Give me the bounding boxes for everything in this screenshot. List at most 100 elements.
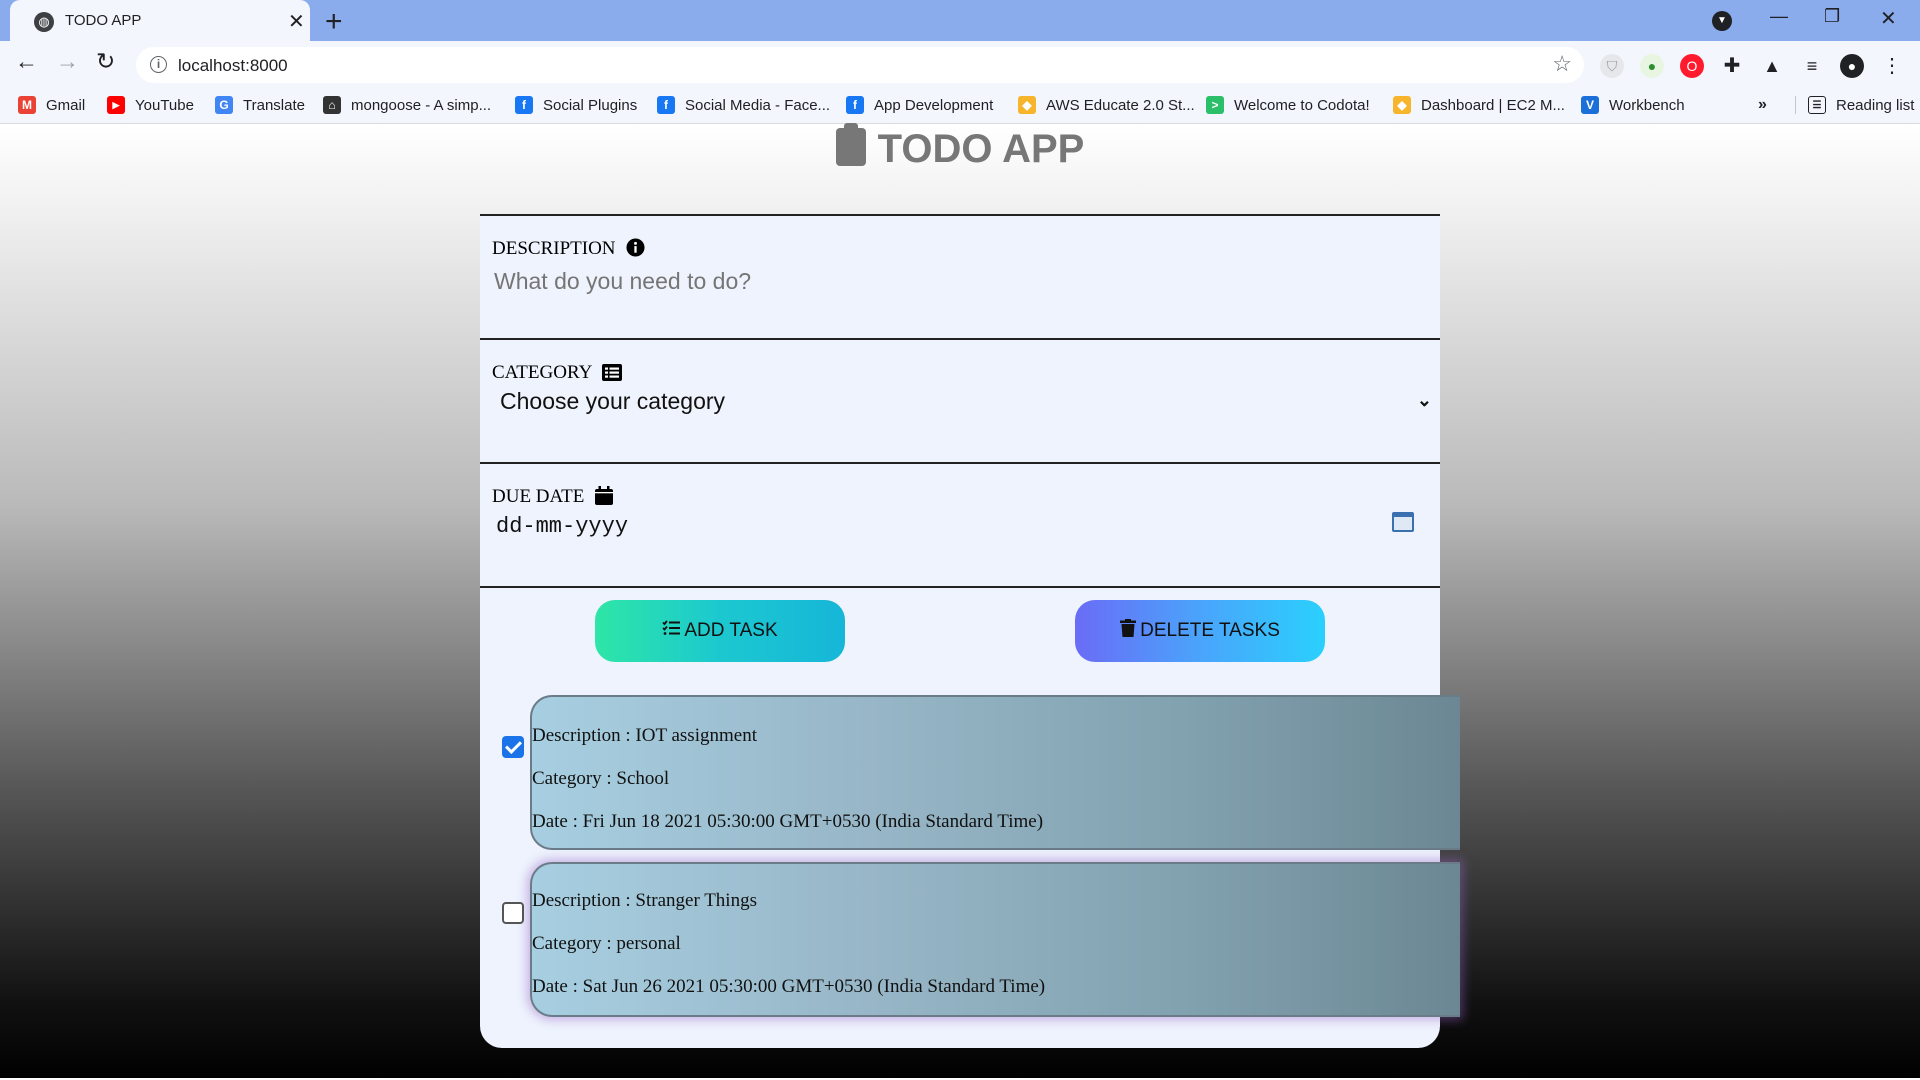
app-header: TODO APP — [0, 123, 1920, 172]
more-bookmarks[interactable]: » — [1758, 96, 1767, 114]
reading-list-label: Reading list — [1836, 96, 1915, 114]
bookmark-workbench[interactable]: V Workbench — [1581, 96, 1685, 114]
youtube-icon: ▶ — [107, 96, 125, 114]
bookmark-label: Translate — [243, 96, 305, 114]
bookmark-label: Dashboard | EC2 M... — [1421, 96, 1565, 114]
bookmark-aws-educate[interactable]: ◆ AWS Educate 2.0 St... — [1018, 96, 1195, 114]
new-tab-icon[interactable]: + — [325, 5, 343, 39]
bookmark-ec2-dashboard[interactable]: ◆ Dashboard | EC2 M... — [1393, 96, 1565, 114]
task-checkbox[interactable] — [502, 902, 524, 924]
mongoose-icon: ⌂ — [323, 96, 341, 114]
aws-icon: ◆ — [1018, 96, 1036, 114]
gmail-icon: M — [18, 96, 36, 114]
due-date-input[interactable]: dd-mm-yyyy — [496, 514, 628, 539]
add-task-button[interactable]: ADD TASK — [595, 600, 845, 662]
calendar-icon — [595, 486, 614, 511]
bookmark-label: Gmail — [46, 96, 86, 114]
bookmarks-bar: M Gmail ▶ YouTube G Translate ⌂ mongoose… — [0, 89, 1920, 124]
back-icon[interactable]: ← — [15, 48, 38, 75]
bookmark-mongoose[interactable]: ⌂ mongoose - A simp... — [323, 96, 491, 114]
due-date-label-text: DUE DATE — [492, 486, 585, 507]
delete-tasks-label: DELETE TASKS — [1140, 620, 1280, 641]
trash-icon — [1120, 619, 1137, 643]
category-label: CATEGORY — [492, 362, 623, 387]
task-category: Category : School — [532, 768, 670, 789]
translate-icon: G — [215, 96, 233, 114]
due-date-field: DUE DATE dd-mm-yyyy — [480, 464, 1440, 588]
task-date: Date : Sat Jun 26 2021 05:30:00 GMT+0530… — [532, 976, 1046, 997]
task-item: Description : IOT assignment Category : … — [530, 695, 1460, 850]
category-field: CATEGORY Choose your category ⌄ — [480, 340, 1440, 464]
facebook-icon: f — [515, 96, 533, 114]
labs-flask-icon[interactable]: ▲ — [1760, 54, 1784, 78]
list-alt-icon — [602, 364, 623, 387]
bookmark-app-development[interactable]: f App Development — [846, 96, 993, 114]
more-bookmarks-label: » — [1758, 96, 1767, 113]
reading-list[interactable]: ☰ Reading list — [1795, 96, 1914, 114]
task-item: Description : Stranger Things Category :… — [530, 862, 1460, 1017]
bookmark-youtube[interactable]: ▶ YouTube — [107, 96, 194, 114]
bookmark-label: AWS Educate 2.0 St... — [1046, 96, 1195, 114]
menu-kebab-icon[interactable]: ⋮ — [1880, 54, 1904, 78]
opera-icon[interactable]: O — [1680, 54, 1704, 78]
page-title: TODO APP — [877, 127, 1085, 171]
browser-tab[interactable]: ◍ TODO APP ✕ — [10, 0, 310, 41]
task-checkbox-checked[interactable] — [502, 736, 524, 758]
media-queue-icon[interactable]: ≡ — [1800, 54, 1824, 78]
task-date: Date : Fri Jun 18 2021 05:30:00 GMT+0530… — [532, 811, 1044, 832]
tab-search-icon[interactable]: ▼ — [1712, 11, 1732, 31]
tab-strip: ◍ TODO APP ✕ + ▼ — ❐ ✕ — [0, 0, 1920, 41]
close-tab-icon[interactable]: ✕ — [288, 9, 305, 34]
globe-icon: ◍ — [34, 12, 54, 32]
tasks-list-icon — [662, 620, 681, 642]
bookmark-label: App Development — [874, 96, 994, 114]
bookmark-star-icon[interactable]: ☆ — [1552, 51, 1572, 77]
add-task-label: ADD TASK — [684, 620, 778, 641]
info-circle-icon — [626, 238, 645, 263]
codota-icon: > — [1206, 96, 1224, 114]
browser-toolbar: ← → ↻ i localhost:8000 ☆ ⛉ ● O ✚ ▲ ≡ ● ⋮ — [0, 41, 1920, 89]
description-input[interactable] — [494, 264, 1424, 298]
description-label: DESCRIPTION — [492, 238, 645, 263]
reading-list-icon: ☰ — [1808, 96, 1826, 114]
bookmark-label: Social Media - Face... — [685, 96, 831, 114]
url-text: localhost:8000 — [178, 56, 288, 75]
bookmark-social-plugins[interactable]: f Social Plugins — [515, 96, 637, 114]
shield-icon[interactable]: ⛉ — [1600, 54, 1624, 78]
category-select[interactable]: Choose your category — [500, 388, 725, 415]
due-date-label: DUE DATE — [492, 486, 614, 511]
window-close-icon[interactable]: ✕ — [1880, 6, 1897, 31]
facebook-icon: f — [657, 96, 675, 114]
extension-globe-icon[interactable]: ● — [1640, 54, 1664, 78]
restore-icon[interactable]: ❐ — [1824, 6, 1840, 27]
delete-tasks-button[interactable]: DELETE TASKS — [1075, 600, 1325, 662]
workbench-icon: V — [1581, 96, 1599, 114]
date-picker-icon[interactable] — [1392, 512, 1414, 532]
bookmark-codota[interactable]: > Welcome to Codota! — [1206, 96, 1370, 114]
description-label-text: DESCRIPTION — [492, 238, 616, 259]
facebook-icon: f — [846, 96, 864, 114]
bookmark-translate[interactable]: G Translate — [215, 96, 305, 114]
bookmark-gmail[interactable]: M Gmail — [18, 96, 85, 114]
page-body: TODO APP DESCRIPTION CATEGORY Choose you… — [0, 123, 1920, 1080]
profile-avatar-icon[interactable]: ● — [1840, 54, 1864, 78]
task-description: Description : IOT assignment — [532, 725, 757, 746]
address-bar[interactable]: i localhost:8000 ☆ — [136, 47, 1584, 83]
aws-icon: ◆ — [1393, 96, 1411, 114]
bookmark-label: Social Plugins — [543, 96, 638, 114]
bookmark-label: Workbench — [1609, 96, 1685, 114]
task-description: Description : Stranger Things — [532, 890, 757, 911]
bookmark-label: Welcome to Codota! — [1234, 96, 1370, 114]
site-info-icon[interactable]: i — [150, 56, 167, 73]
bookmark-social-media[interactable]: f Social Media - Face... — [657, 96, 830, 114]
chevron-down-icon[interactable]: ⌄ — [1417, 390, 1432, 411]
tab-title: TODO APP — [65, 12, 142, 29]
bookmark-label: mongoose - A simp... — [351, 96, 492, 114]
reload-icon[interactable]: ↻ — [96, 48, 115, 75]
task-category: Category : personal — [532, 933, 681, 954]
minimize-icon[interactable]: — — [1770, 6, 1788, 27]
forward-icon[interactable]: → — [56, 48, 79, 75]
bookmark-label: YouTube — [135, 96, 194, 114]
description-field: DESCRIPTION — [480, 216, 1440, 340]
puzzle-extensions-icon[interactable]: ✚ — [1720, 54, 1744, 78]
